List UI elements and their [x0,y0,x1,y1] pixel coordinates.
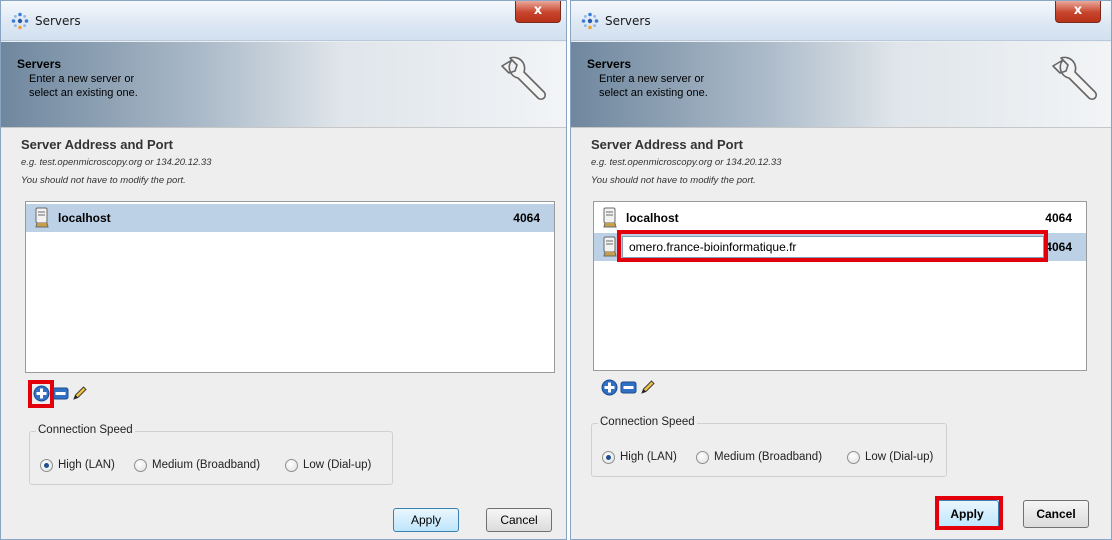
section-title: Server Address and Port [591,137,743,152]
radio-dot[interactable] [134,459,147,472]
connection-speed-group: Connection Speed High (LAN) Medium (Broa… [591,416,947,477]
remove-icon[interactable] [620,379,637,396]
header-banner: Servers Enter a new server or select an … [571,42,1111,128]
add-icon[interactable] [601,379,618,396]
address-example-hint: e.g. test.openmicroscopy.org or 134.20.1… [591,157,782,168]
radio-dot-selected[interactable] [40,459,53,472]
server-address-edit-field[interactable]: omero.france-bioinformatique.fr [622,236,1044,258]
omero-app-icon [11,12,29,30]
close-button[interactable]: x [1055,1,1101,23]
port-hint: You should not have to modify the port. [591,175,756,186]
server-row[interactable]: localhost 4064 [26,204,554,232]
title-bar: Servers x [571,1,1111,41]
banner-line-1: Enter a new server or [599,73,705,85]
window-title: Servers [605,14,651,28]
window-title: Servers [35,14,81,28]
apply-button[interactable]: Apply [935,500,999,528]
server-row[interactable]: localhost 4064 [594,204,1086,232]
server-port: 4064 [513,211,540,225]
header-banner: Servers Enter a new server or select an … [1,42,566,128]
connection-speed-legend: Connection Speed [36,424,135,436]
banner-title: Servers [17,57,62,71]
radio-dot[interactable] [847,451,860,464]
radio-label: Low (Dial-up) [865,451,934,463]
server-icon [603,236,617,257]
server-list[interactable]: localhost 4064 omero.france-bioinformati… [593,201,1087,371]
edit-pencil-icon[interactable] [639,379,656,396]
omero-app-icon [581,12,599,30]
server-host: localhost [58,211,111,225]
banner-line-2: select an existing one. [599,87,708,99]
server-port: 4064 [1045,240,1072,254]
address-example-hint: e.g. test.openmicroscopy.org or 134.20.1… [21,157,212,168]
servers-dialog-right: Servers x Servers Enter a new server or … [570,0,1112,540]
server-icon [603,207,617,228]
server-host: localhost [626,211,679,225]
apply-button[interactable]: Apply [393,508,459,532]
section-title: Server Address and Port [21,137,173,152]
radio-label: Medium (Broadband) [152,459,261,471]
title-bar: Servers x [1,1,566,41]
connection-speed-group: Connection Speed High (LAN) Medium (Broa… [29,424,393,485]
radio-label: Low (Dial-up) [303,459,372,471]
server-port: 4064 [1045,211,1072,225]
port-hint: You should not have to modify the port. [21,175,186,186]
wrench-icon [501,56,547,101]
radio-dot-selected[interactable] [602,451,615,464]
banner-title: Servers [587,57,632,71]
server-list[interactable]: localhost 4064 [25,201,555,373]
add-icon[interactable] [33,385,50,402]
connection-speed-legend: Connection Speed [598,416,697,428]
radio-dot[interactable] [285,459,298,472]
wrench-icon [1052,56,1098,101]
cancel-button[interactable]: Cancel [486,508,552,532]
server-icon [35,207,49,228]
cancel-button[interactable]: Cancel [1023,500,1089,528]
radio-label: Medium (Broadband) [714,451,823,463]
radio-label: High (LAN) [58,459,115,471]
edit-pencil-icon[interactable] [71,385,88,402]
server-row-editing[interactable]: omero.france-bioinformatique.fr 4064 [594,233,1086,261]
servers-dialog-left: Servers x Servers Enter a new server or … [0,0,567,540]
banner-line-1: Enter a new server or [29,73,135,85]
radio-label: High (LAN) [620,451,677,463]
remove-icon[interactable] [52,385,69,402]
banner-line-2: select an existing one. [29,87,138,99]
close-button[interactable]: x [515,1,561,23]
radio-dot[interactable] [696,451,709,464]
